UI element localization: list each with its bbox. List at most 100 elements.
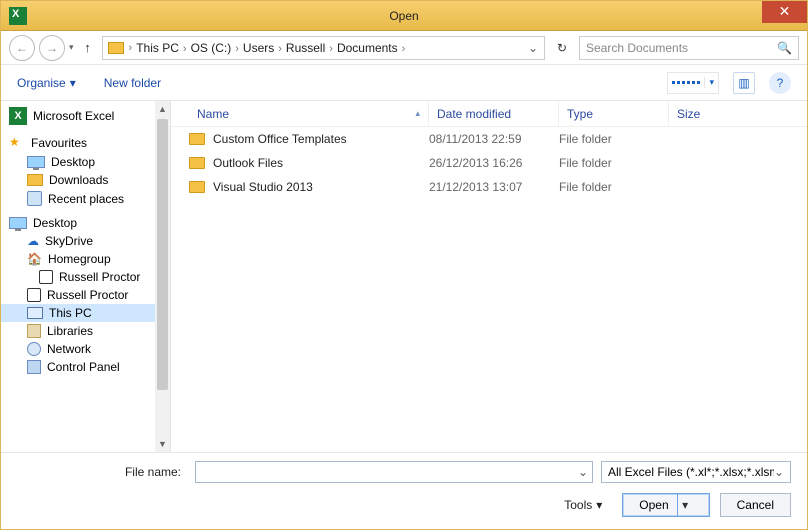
- footer: File name: ⌄ All Excel Files (*.xl*;*.xl…: [1, 452, 807, 529]
- sidebar-item-control-panel[interactable]: Control Panel: [1, 358, 170, 376]
- search-input[interactable]: Search Documents 🔍: [579, 36, 799, 60]
- sidebar-favourites[interactable]: ★ Favourites: [1, 133, 170, 153]
- crumb-os-c-[interactable]: OS (C:): [189, 41, 234, 55]
- col-date[interactable]: Date modified: [429, 101, 559, 126]
- refresh-button[interactable]: ↻: [549, 36, 575, 60]
- item-icon: [39, 270, 53, 284]
- cancel-button[interactable]: Cancel: [720, 493, 791, 517]
- sidebar-item-label: Libraries: [47, 324, 93, 338]
- item-icon: 🏠: [27, 252, 42, 266]
- sidebar-item-skydrive[interactable]: ☁SkyDrive: [1, 232, 170, 250]
- sidebar-item-russell-proctor[interactable]: Russell Proctor: [1, 286, 170, 304]
- sidebar-item-this-pc[interactable]: This PC: [1, 304, 170, 322]
- sidebar-microsoft-excel[interactable]: X Microsoft Excel: [1, 105, 170, 127]
- item-icon: [27, 288, 41, 302]
- sidebar-desktop-root[interactable]: Desktop: [1, 214, 170, 232]
- open-button[interactable]: Open ▾: [622, 493, 709, 517]
- sidebar-item-homegroup[interactable]: 🏠 Homegroup: [1, 250, 170, 268]
- excel-icon: X: [9, 107, 27, 125]
- organise-button[interactable]: Organise ▾: [17, 76, 76, 90]
- preview-pane-button[interactable]: ▥: [733, 72, 755, 94]
- search-placeholder: Search Documents: [586, 41, 688, 55]
- scroll-thumb[interactable]: [157, 119, 168, 390]
- item-icon: [27, 156, 45, 168]
- file-list-panel: Name ▴ Date modified Type Size Custom Of…: [171, 101, 807, 452]
- sidebar-item-label: Recent places: [48, 192, 124, 206]
- sidebar-item-recent-places[interactable]: Recent places: [1, 189, 170, 208]
- file-type: File folder: [559, 180, 669, 194]
- filter-label: All Excel Files (*.xl*;*.xlsx;*.xlsm;: [608, 465, 774, 479]
- file-date: 26/12/2013 16:26: [429, 156, 559, 170]
- close-button[interactable]: ✕: [762, 1, 807, 23]
- chevron-down-icon[interactable]: ⌄: [578, 465, 588, 479]
- file-name: Custom Office Templates: [213, 132, 347, 146]
- back-button[interactable]: ←: [9, 35, 35, 61]
- item-icon: ☁: [27, 234, 39, 248]
- sidebar-label: Microsoft Excel: [33, 109, 114, 123]
- sidebar-item-label: Control Panel: [47, 360, 120, 374]
- col-label: Name: [197, 107, 229, 121]
- history-dropdown[interactable]: ▾: [69, 42, 74, 53]
- item-icon: [27, 307, 43, 319]
- scroll-up-icon[interactable]: ▲: [155, 101, 170, 117]
- file-type-filter[interactable]: All Excel Files (*.xl*;*.xlsx;*.xlsm; ⌄: [601, 461, 791, 483]
- folder-icon: [107, 39, 125, 57]
- file-date: 08/11/2013 22:59: [429, 132, 559, 146]
- sidebar-item-network[interactable]: Network: [1, 340, 170, 358]
- item-icon: [27, 324, 41, 338]
- file-list: Custom Office Templates08/11/2013 22:59F…: [171, 127, 807, 452]
- folder-icon: [189, 133, 205, 145]
- col-size[interactable]: Size: [669, 101, 807, 126]
- title-bar: Open ✕: [1, 1, 807, 31]
- tools-label: Tools: [564, 498, 592, 512]
- address-dropdown[interactable]: ⌄: [522, 41, 544, 55]
- breadcrumb[interactable]: › This PC›OS (C:)›Users›Russell›Document…: [102, 36, 545, 60]
- crumb-sep: ›: [327, 43, 335, 55]
- toolbar: Organise ▾ New folder ▾ ▥ ?: [1, 65, 807, 101]
- sidebar-item-downloads[interactable]: Downloads: [1, 171, 170, 189]
- crumb-sep: ›: [127, 42, 135, 54]
- chevron-down-icon[interactable]: ⌄: [774, 465, 784, 479]
- crumb-documents[interactable]: Documents: [335, 41, 400, 55]
- crumb-sep: ›: [233, 43, 241, 55]
- file-type: File folder: [559, 156, 669, 170]
- column-headers: Name ▴ Date modified Type Size: [171, 101, 807, 127]
- sidebar-item-desktop[interactable]: Desktop: [1, 153, 170, 171]
- sidebar-item-libraries[interactable]: Libraries: [1, 322, 170, 340]
- item-icon: [27, 342, 41, 356]
- file-name: Visual Studio 2013: [213, 180, 313, 194]
- open-split-dropdown[interactable]: ▾: [677, 494, 693, 516]
- sidebar-item-label: Russell Proctor: [59, 270, 140, 284]
- sort-asc-icon: ▴: [415, 108, 420, 119]
- file-date: 21/12/2013 13:07: [429, 180, 559, 194]
- crumb-this-pc[interactable]: This PC: [134, 41, 181, 55]
- crumb-russell[interactable]: Russell: [284, 41, 327, 55]
- col-name[interactable]: Name ▴: [171, 101, 429, 126]
- sidebar-label: Favourites: [31, 136, 87, 150]
- col-type[interactable]: Type: [559, 101, 669, 126]
- sidebar-item-label: Network: [47, 342, 91, 356]
- sidebar-item-label: Downloads: [49, 173, 108, 187]
- file-row[interactable]: Outlook Files26/12/2013 16:26File folder: [171, 151, 807, 175]
- sidebar-item-label: Homegroup: [48, 252, 111, 266]
- up-button[interactable]: ↑: [78, 40, 98, 55]
- new-folder-button[interactable]: New folder: [104, 76, 161, 90]
- file-name-label: File name:: [17, 465, 187, 479]
- view-button[interactable]: ▾: [667, 72, 719, 94]
- help-button[interactable]: ?: [769, 72, 791, 94]
- file-type: File folder: [559, 132, 669, 146]
- file-row[interactable]: Visual Studio 2013 21/12/2013 13:07File f…: [171, 175, 807, 199]
- scroll-down-icon[interactable]: ▼: [155, 436, 170, 452]
- file-name-input[interactable]: ⌄: [195, 461, 593, 483]
- sidebar-item-label: Desktop: [51, 155, 95, 169]
- window-title: Open: [1, 9, 807, 23]
- file-row[interactable]: Custom Office Templates 08/11/2013 22:59F…: [171, 127, 807, 151]
- sidebar-item-label: Russell Proctor: [47, 288, 128, 302]
- organise-label: Organise: [17, 76, 66, 90]
- tools-button[interactable]: Tools ▾: [564, 498, 602, 512]
- crumb-users[interactable]: Users: [241, 41, 276, 55]
- sidebar-scrollbar[interactable]: ▲ ▼: [155, 101, 170, 452]
- forward-button[interactable]: →: [39, 35, 65, 61]
- search-icon: 🔍: [777, 41, 792, 55]
- sidebar-item-russell-proctor[interactable]: Russell Proctor: [1, 268, 170, 286]
